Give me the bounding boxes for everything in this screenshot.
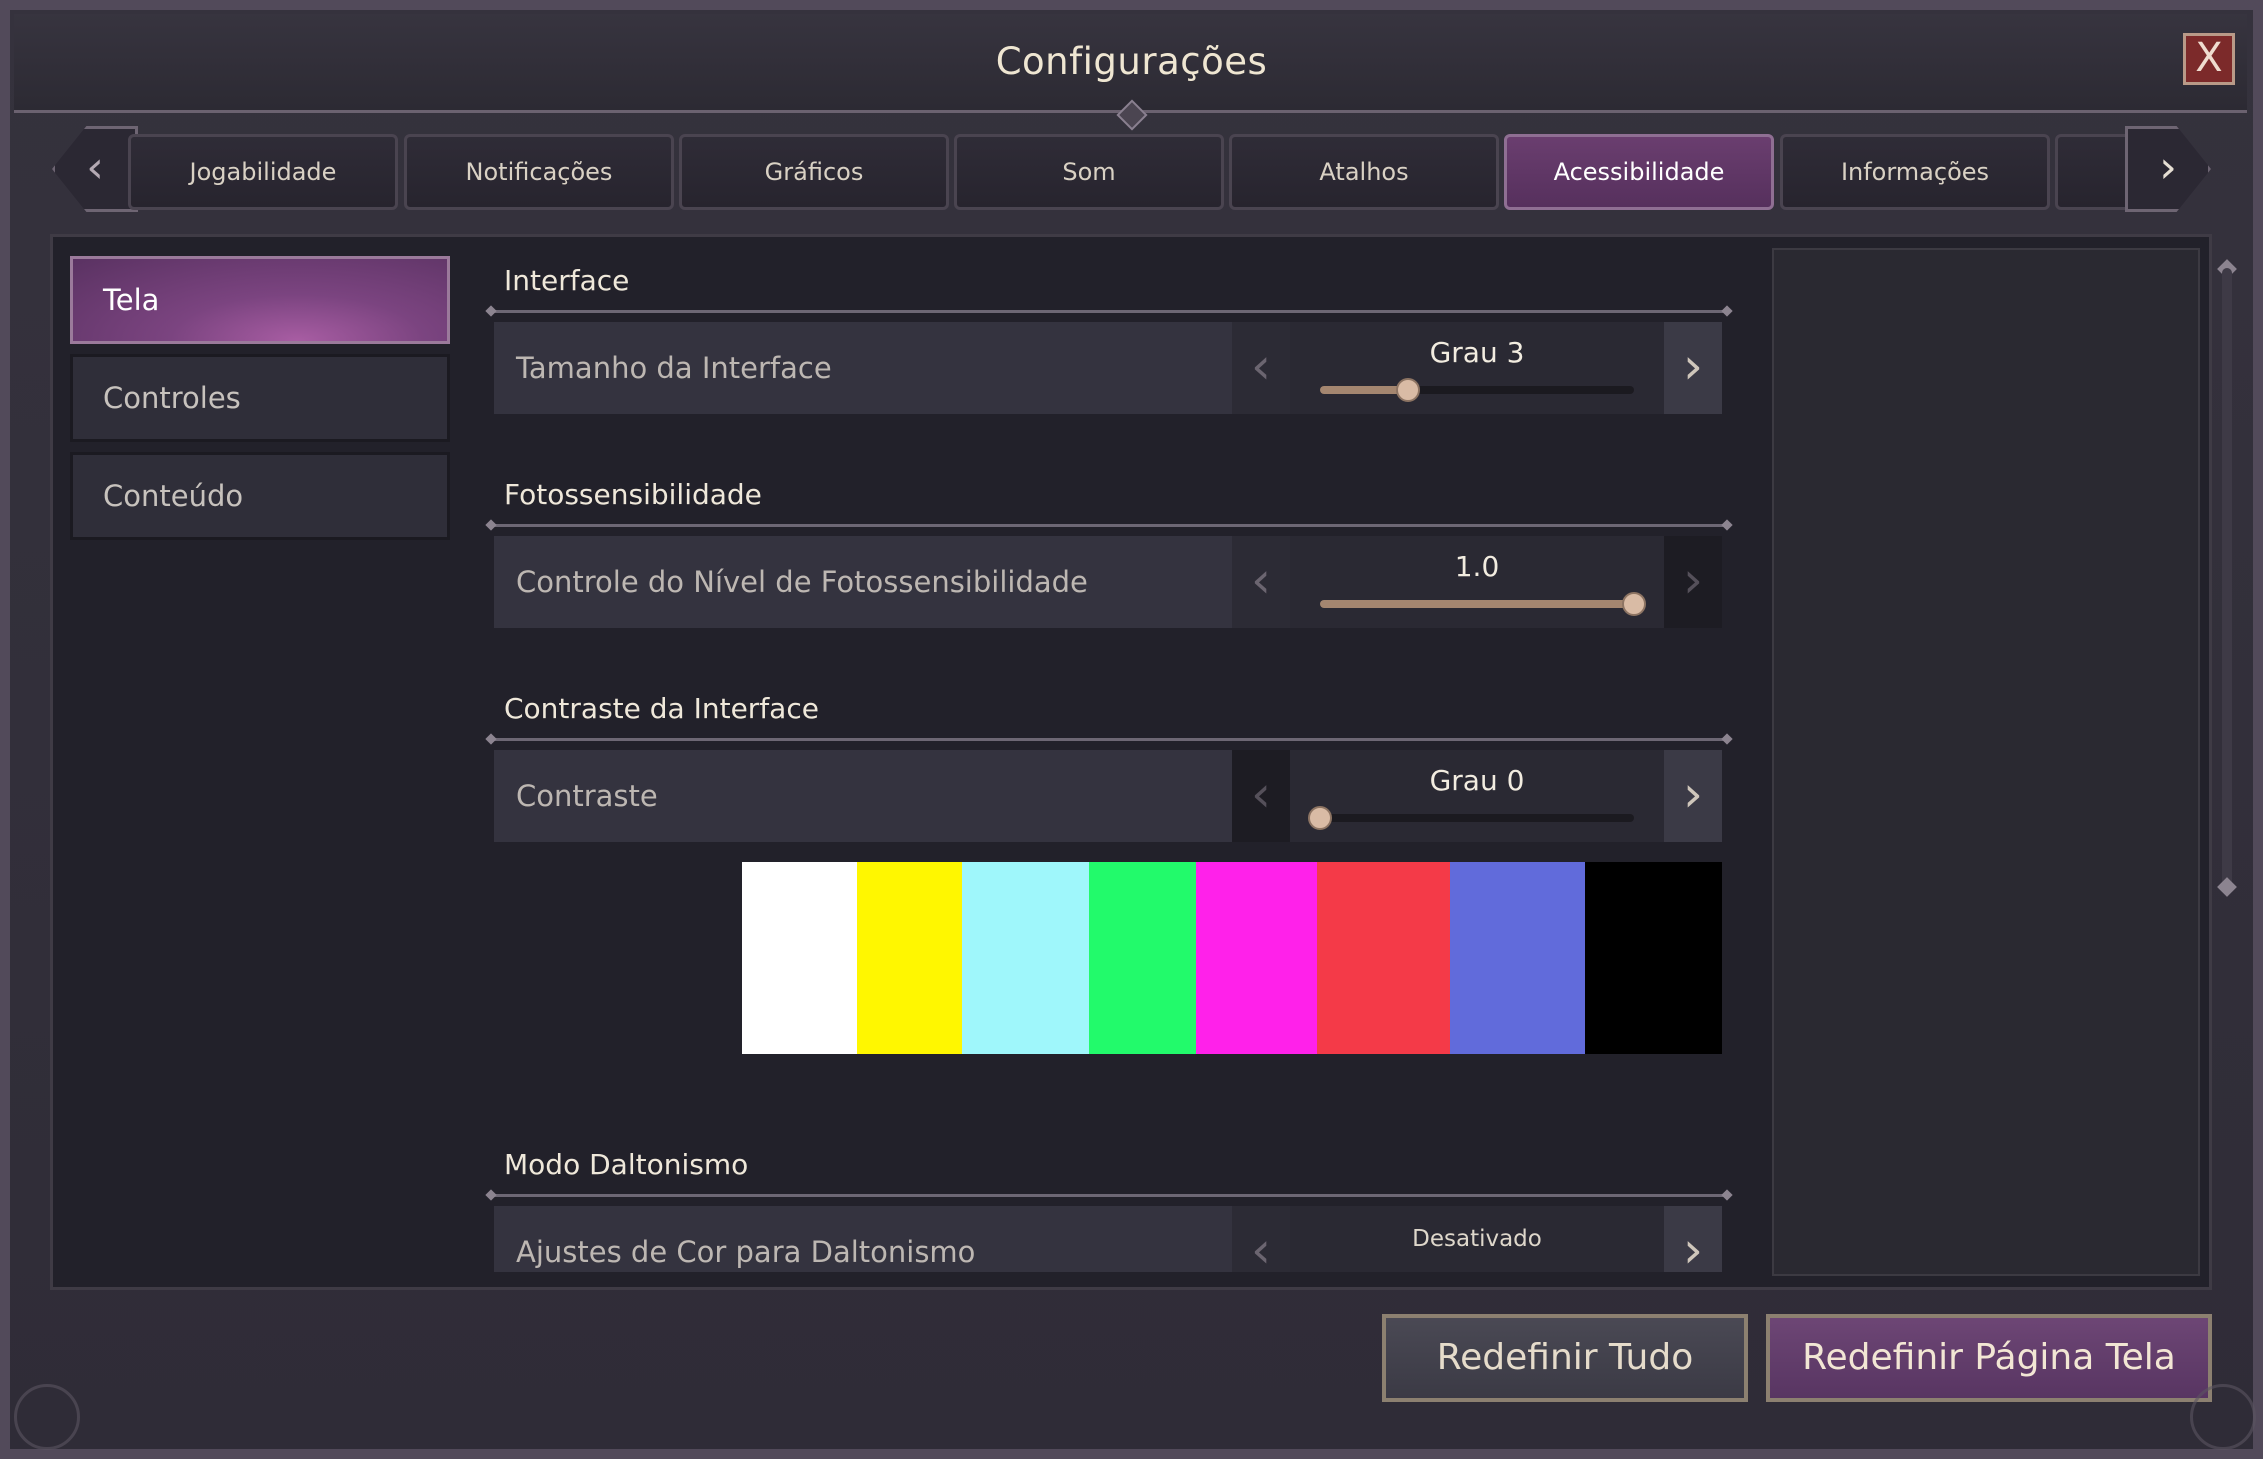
slider-track[interactable] xyxy=(1308,806,1634,830)
color-swatch xyxy=(1089,862,1196,1054)
setting-row-contrast: Contraste ‹ Grau 0 › xyxy=(494,750,1722,842)
setting-label: Tamanho da Interface xyxy=(516,351,832,385)
section-title-contrast: Contraste da Interface xyxy=(504,692,819,725)
sidebar-item-tela[interactable]: Tela xyxy=(70,256,450,344)
color-swatch xyxy=(1449,862,1586,1054)
color-swatch xyxy=(1585,862,1722,1054)
setting-value: 1.0 xyxy=(1454,550,1500,583)
corner-ornament xyxy=(2190,1384,2256,1450)
slider-track[interactable] xyxy=(1320,592,1646,616)
contrast-color-swatches xyxy=(742,862,1722,1054)
section-title-photosensitivity: Fotossensibilidade xyxy=(504,478,762,511)
slider-handle[interactable] xyxy=(1308,806,1332,830)
setting-value: Grau 0 xyxy=(1429,764,1525,797)
reset-page-button[interactable]: Redefinir Página Tela xyxy=(1766,1314,2212,1402)
slider-handle[interactable] xyxy=(1622,592,1646,616)
color-swatch xyxy=(1195,862,1317,1054)
tab-notificacoes[interactable]: Notificações xyxy=(404,134,674,210)
setting-value: Grau 3 xyxy=(1429,336,1525,369)
chevron-left-icon[interactable]: ‹ xyxy=(1232,536,1290,628)
chevron-left-icon[interactable]: ‹ xyxy=(1232,322,1290,414)
window-title: Configurações xyxy=(995,40,1268,83)
option-selector: ‹ Desativado › xyxy=(1232,1206,1722,1272)
setting-value: Desativado xyxy=(1412,1226,1542,1252)
section-title-interface: Interface xyxy=(504,264,630,297)
chevron-right-icon[interactable]: › xyxy=(1664,750,1722,842)
chevron-right-icon[interactable]: › xyxy=(1664,322,1722,414)
setting-row-colorblind: Ajustes de Cor para Daltonismo ‹ Desativ… xyxy=(494,1206,1722,1272)
color-swatch xyxy=(857,862,963,1054)
reset-all-button[interactable]: Redefinir Tudo xyxy=(1382,1314,1748,1402)
slider-track[interactable] xyxy=(1320,378,1634,402)
tab-atalhos[interactable]: Atalhos xyxy=(1229,134,1499,210)
chevron-right-icon[interactable]: › xyxy=(1664,536,1722,628)
setting-row-photosensitivity: Controle do Nível de Fotossensibilidade … xyxy=(494,536,1722,628)
slider-handle[interactable] xyxy=(1395,378,1420,402)
tab-jogabilidade[interactable]: Jogabilidade xyxy=(128,134,398,210)
color-swatch xyxy=(1316,862,1450,1054)
section-divider xyxy=(490,1194,1728,1197)
setting-label: Controle do Nível de Fotossensibilidade xyxy=(516,565,1088,599)
tab-informacoes[interactable]: Informações xyxy=(1780,134,2050,210)
tab-graficos[interactable]: Gráficos xyxy=(679,134,949,210)
corner-ornament xyxy=(14,1384,80,1450)
slider-fill xyxy=(1320,386,1408,394)
section-divider xyxy=(490,524,1728,527)
stepper-control: ‹ Grau 3 › xyxy=(1232,322,1722,414)
description-pane xyxy=(1772,248,2200,1276)
stepper-control: ‹ 1.0 › xyxy=(1232,536,1722,628)
stepper-control: ‹ Grau 0 › xyxy=(1232,750,1722,842)
setting-label: Contraste xyxy=(516,779,658,813)
close-button[interactable]: X xyxy=(2183,33,2235,85)
setting-label: Ajustes de Cor para Daltonismo xyxy=(516,1235,976,1269)
color-swatch xyxy=(962,862,1090,1054)
tab-som[interactable]: Som xyxy=(954,134,1224,210)
chevron-right-icon[interactable]: › xyxy=(1664,1206,1722,1272)
slider-fill xyxy=(1320,600,1634,608)
setting-row-interface-size: Tamanho da Interface ‹ Grau 3 › xyxy=(494,322,1722,414)
chevron-left-icon[interactable]: ‹ xyxy=(1232,750,1290,842)
color-swatch xyxy=(742,862,858,1054)
tab-acessibilidade[interactable]: Acessibilidade xyxy=(1504,134,1774,210)
section-divider xyxy=(490,310,1728,313)
sidebar-item-controles[interactable]: Controles xyxy=(70,354,450,442)
scrollbar[interactable] xyxy=(2222,268,2232,888)
section-divider xyxy=(490,738,1728,741)
section-title-colorblind: Modo Daltonismo xyxy=(504,1148,749,1181)
chevron-left-icon[interactable]: ‹ xyxy=(1232,1206,1290,1272)
sidebar-item-conteudo[interactable]: Conteúdo xyxy=(70,452,450,540)
